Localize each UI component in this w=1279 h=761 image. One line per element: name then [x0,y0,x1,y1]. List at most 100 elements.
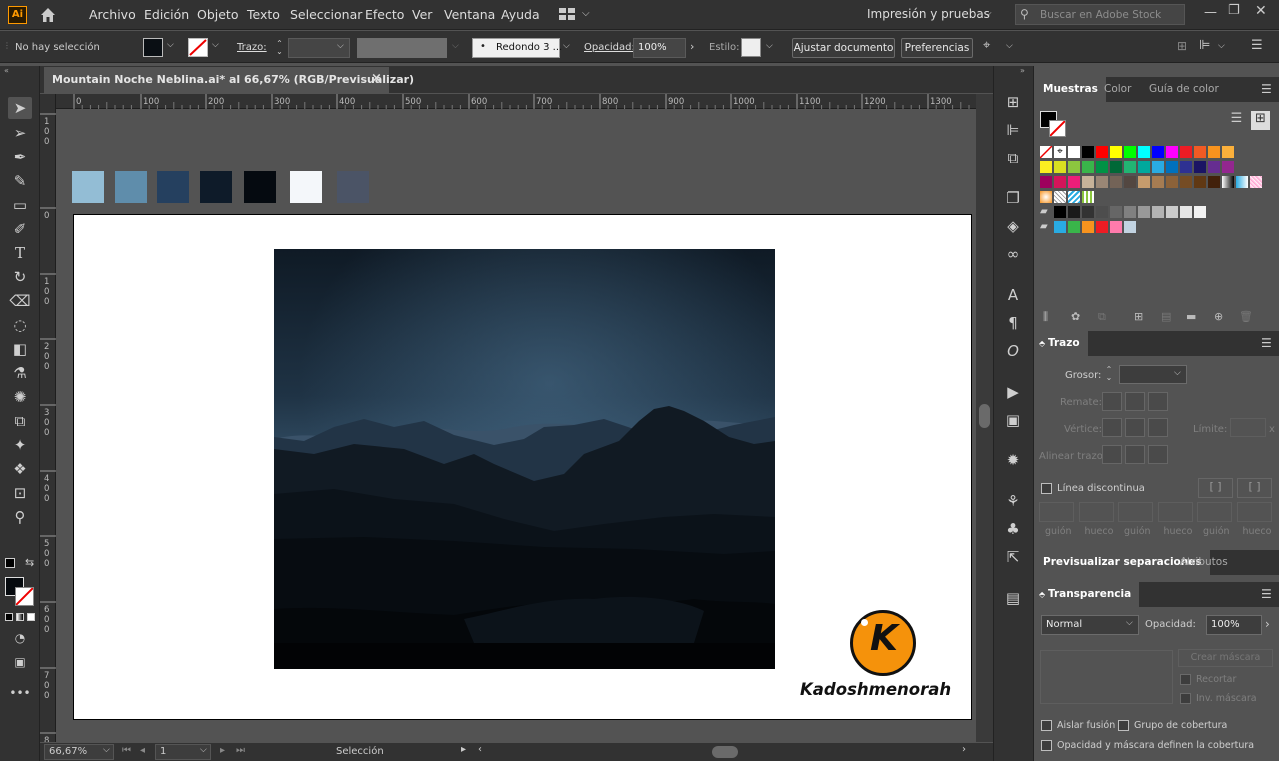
swatch-color[interactable] [1152,206,1164,218]
variable-width-profile[interactable] [357,38,447,58]
swatch-color[interactable] [1138,206,1150,218]
document-info-icon[interactable]: ▣ [1003,410,1023,430]
color-mode-icon[interactable] [5,613,13,621]
selection-tool-icon[interactable]: ➤ [8,97,32,119]
menu-lines-icon[interactable]: ☰ [1251,38,1263,53]
grid-view-icon[interactable]: ⊞ [1251,111,1270,130]
swatch-color[interactable] [1082,146,1094,158]
dash-field[interactable] [1039,502,1074,522]
swatch-gradient[interactable] [1236,176,1248,188]
stroke-swatch[interactable] [188,38,208,57]
artboard-tool-icon[interactable]: ⊡ [8,482,32,504]
gradient-tool-icon[interactable]: ◧ [8,338,32,360]
align-grid-icon[interactable]: ⊞ [1177,39,1187,53]
stroke-weight-input[interactable]: ⌵ [1119,365,1187,384]
transform-panel-icon[interactable]: ❐ [1003,188,1023,208]
chevron-down-icon[interactable]: ⌵ [452,41,459,51]
swatch-color[interactable] [1054,161,1066,173]
swatch-none[interactable] [1039,145,1053,159]
distribute-icon[interactable]: ⊫ [1199,38,1210,53]
tab-attributes[interactable]: Atributos [1172,550,1236,575]
square-cap-button[interactable] [1148,392,1168,411]
swatch-color[interactable] [1110,206,1122,218]
dashed-line-checkbox[interactable] [1041,483,1052,494]
chevron-down-icon[interactable]: ⌵ [766,41,773,51]
swatch-color[interactable] [1138,146,1150,158]
artboards-panel-icon[interactable]: ⊞ [1003,92,1023,112]
round-cap-button[interactable] [1125,392,1145,411]
horizontal-ruler[interactable]: 0 100 200 300 400 500 600 700 800 900 1000 1100 1200… [56,94,976,109]
swatch-color[interactable] [1194,206,1206,218]
swatch-group-folder-icon[interactable]: ▰ [1040,221,1052,233]
panel-menu-icon[interactable]: ☰ [1261,587,1272,601]
dash-field[interactable] [1078,502,1114,522]
swatch-color[interactable] [1040,161,1052,173]
chevron-down-icon[interactable]: ⌵ [984,8,992,19]
swatch-gradient[interactable] [1040,191,1052,203]
collapse-arrows-icon[interactable]: » [1020,66,1025,75]
delete-swatch-icon[interactable]: 🗑 [1239,310,1253,323]
chevron-right-icon[interactable]: › [1265,617,1270,631]
swatch-color[interactable] [1068,146,1080,158]
swatch-color[interactable] [1096,161,1108,173]
tab-transparency[interactable]: ⬘ Transparencia [1035,582,1140,607]
workspace-switcher[interactable]: Impresión y pruebas [867,7,990,21]
chevron-down-icon[interactable]: ⌵ [1218,41,1225,51]
swatch-color[interactable] [1180,206,1192,218]
dash-field[interactable] [1157,502,1193,522]
eyedropper-tool-icon[interactable]: ⚗ [8,362,32,384]
limit-input[interactable] [1230,418,1266,437]
next-page-icon[interactable]: ▸ [220,745,225,756]
symbols-panel-icon[interactable]: ♣ [1003,519,1023,539]
align-center-button[interactable] [1102,445,1122,464]
swatch-color[interactable] [1054,206,1066,218]
scroll-right-icon[interactable]: › [962,744,966,755]
swatch-color[interactable] [1068,161,1080,173]
swatch-color[interactable] [1152,146,1164,158]
menu-archivo[interactable]: Archivo [89,7,136,22]
swatch-color[interactable] [1166,206,1178,218]
blend-mode-select[interactable]: Normal ⌵ [1041,615,1139,635]
panel-menu-icon[interactable]: ☰ [1261,82,1272,96]
menu-efecto[interactable]: Efecto [365,7,404,22]
swatch-color[interactable] [1096,176,1108,188]
curvature-tool-icon[interactable]: ✎ [8,170,32,192]
swatch-color[interactable] [1040,176,1052,188]
stroke-color-box[interactable] [15,587,34,606]
brush-definition[interactable]: • Redondo 3 ... [472,38,562,58]
rectangle-tool-icon[interactable]: ▭ [8,194,32,216]
swatch-color[interactable] [1166,161,1178,173]
collapse-arrows-icon[interactable]: « [4,66,9,75]
edit-toolbar-icon[interactable]: ••• [8,682,32,704]
menu-objeto[interactable]: Objeto [197,7,239,22]
swatch-color[interactable] [1096,206,1108,218]
palette-swatch-1[interactable] [72,171,104,203]
type-tool-icon[interactable]: T [8,242,32,264]
swatch-color[interactable] [1152,161,1164,173]
transparency-opacity-input[interactable]: 100% [1206,615,1262,635]
actions-panel-icon[interactable]: ▶ [1003,382,1023,402]
minimize-icon[interactable]: — [1204,5,1217,20]
swatch-group-folder-icon[interactable]: ▰ [1040,206,1052,218]
palette-swatch-4[interactable] [200,171,232,203]
first-page-icon[interactable]: ⏮ [122,745,131,756]
dash-field[interactable] [1236,502,1272,522]
new-group-icon[interactable]: ▬ [1186,310,1196,323]
swatch-options-icon[interactable]: ⧉ [1098,310,1106,324]
swatch-color[interactable] [1110,146,1122,158]
stroke-label[interactable]: Trazo: [237,42,267,53]
menu-texto[interactable]: Texto [247,7,280,22]
swatch-color[interactable] [1110,221,1122,233]
swatch-color[interactable] [1110,161,1122,173]
swatch-color[interactable] [1152,176,1164,188]
dash-align-preserve-button[interactable]: [ ] [1198,478,1233,498]
swatch-color[interactable] [1138,161,1150,173]
asset-export-icon[interactable]: ⇱ [1003,547,1023,567]
swatch-gradient[interactable] [1250,176,1262,188]
list-view-icon[interactable]: ☰ [1227,111,1246,130]
menu-ver[interactable]: Ver [412,7,432,22]
panel-menu-icon[interactable]: ☰ [1261,336,1272,350]
opacity-mask-knockout-checkbox[interactable] [1041,740,1052,751]
swatch-color[interactable] [1194,146,1206,158]
palette-swatch-7[interactable] [337,171,369,203]
